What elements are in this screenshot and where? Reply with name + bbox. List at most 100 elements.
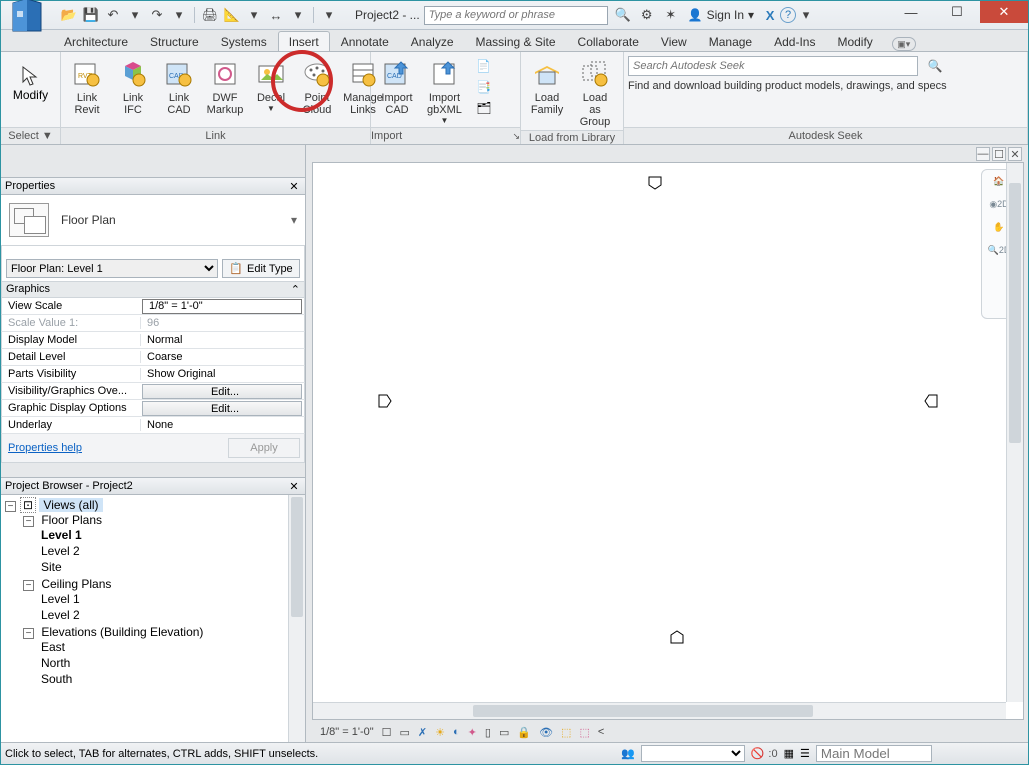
import-cad-button[interactable]: CADImport CAD [377,56,417,118]
panel-label-select[interactable]: Select ▼ [1,127,60,144]
tree-node[interactable]: − Floor PlansLevel 1Level 2Site [23,512,305,576]
tree-leaf[interactable]: Level 2 [41,607,305,623]
undo-icon[interactable]: ↶ [103,5,123,25]
open-icon[interactable]: 📂 [59,5,79,25]
import-gbxml-button[interactable]: Import gbXML▼ [423,56,466,127]
edit-type-button[interactable]: 📋Edit Type [222,259,300,278]
point-cloud-button[interactable]: Point Cloud [297,56,337,118]
close-button[interactable]: ✕ [980,1,1028,23]
tab-architecture[interactable]: Architecture [53,31,139,51]
seek-search-input[interactable] [628,56,918,76]
worksets-selector[interactable] [641,745,745,762]
dwf-markup-button[interactable]: DWF Markup [205,56,245,118]
maximize-button[interactable]: ☐ [934,1,980,23]
drawing-canvas[interactable]: 🏠 ◉2D ✋ 🔍2D [312,162,1024,720]
canvas-vscroll[interactable] [1006,163,1023,702]
tree-leaf[interactable]: Level 1 [41,527,305,543]
modify-tool-button[interactable]: Modify [7,56,54,102]
nav-home-icon[interactable]: 🏠 [993,176,1004,187]
browser-close-icon[interactable]: ✕ [287,480,301,493]
vtb-temp[interactable]: 👁 [537,724,555,740]
tree-root[interactable]: Views (all) [39,498,102,512]
tab-view[interactable]: View [650,31,698,51]
property-row[interactable]: Detail LevelCoarse [1,349,305,366]
sign-in-button[interactable]: 👤 Sign In ▾ [688,8,754,22]
link-ifc-button[interactable]: Link IFC [113,56,153,118]
vtb-detail[interactable]: ▭ [398,724,412,740]
design-options-icon[interactable]: ☰ [800,747,810,760]
seek-search-icon[interactable]: 🔍 [924,59,946,73]
infocenter-search-input[interactable] [424,6,608,25]
vtb-crop[interactable]: ▯ [483,724,493,740]
qat-dd1[interactable]: ▾ [125,5,145,25]
tree-collapse-icon[interactable]: − [5,501,16,512]
import-mini-3[interactable]: 🗂 [472,98,496,118]
property-row[interactable]: Display ModelNormal [1,332,305,349]
tree-leaf[interactable]: Level 2 [41,543,305,559]
sync-icon[interactable]: ↔ [266,5,286,25]
property-row[interactable]: UnderlayNone [1,417,305,434]
browser-panel-header[interactable]: Project Browser - Project2 ✕ [1,477,305,495]
tree-leaf[interactable]: South [41,671,305,687]
decal-button[interactable]: Decal▼ [251,56,291,115]
properties-close-icon[interactable]: ✕ [287,180,301,193]
elevation-marker-north[interactable] [647,175,663,191]
tab-collaborate[interactable]: Collaborate [567,31,650,51]
tab-modify[interactable]: Modify [826,31,883,51]
instance-selector[interactable]: Floor Plan: Level 1 [6,259,218,278]
vtb-style[interactable]: ✗ [416,724,429,740]
ribbon-collapse-button[interactable]: ▣▾ [892,37,916,51]
save-icon[interactable]: 💾 [81,5,101,25]
help-dd[interactable]: ▾ [796,5,816,25]
link-revit-button[interactable]: RVTLink Revit [67,56,107,118]
property-row[interactable]: View Scale1/8" = 1'-0" [1,298,305,315]
link-cad-button[interactable]: CADLink CAD [159,56,199,118]
canvas-hscroll[interactable] [313,702,1006,719]
import-mini-2[interactable]: 📑 [472,77,496,97]
tab-manage[interactable]: Manage [698,31,763,51]
exchange-icon[interactable]: X [760,5,780,25]
doc-close-icon[interactable]: ✕ [1008,147,1022,161]
property-row[interactable]: Graphic Display OptionsEdit... [1,400,305,417]
vtb-more[interactable]: < [596,724,606,740]
editable-only-icon[interactable]: 🚫 [751,747,765,760]
tab-massing-site[interactable]: Massing & Site [465,31,567,51]
property-row[interactable]: Scale Value 1:96 [1,315,305,332]
qat-dd4[interactable]: ▾ [288,5,308,25]
tree-leaf[interactable]: Site [41,559,305,575]
load-family-button[interactable]: Load Family [527,56,567,118]
filter-icon[interactable]: ▦ [784,747,794,760]
panel-label-import[interactable]: Import↘ [371,127,520,144]
nav-pan-icon[interactable]: ✋ [993,222,1004,233]
help-icon[interactable]: ? [780,7,796,23]
type-selector[interactable]: Floor Plan ▾ [1,195,305,246]
tab-systems[interactable]: Systems [210,31,278,51]
qat-dd2[interactable]: ▾ [169,5,189,25]
worksets-icon[interactable]: 👥 [621,747,635,760]
vtb-shadow[interactable]: ◐ [451,724,462,740]
apply-button[interactable]: Apply [228,438,300,458]
qat-dd3[interactable]: ▾ [244,5,264,25]
graphics-group-header[interactable]: Graphics⌃ [1,282,305,298]
vtb-render[interactable]: ✦ [466,724,479,740]
properties-help-link[interactable]: Properties help [8,442,82,454]
tab-structure[interactable]: Structure [139,31,210,51]
tree-leaf[interactable]: Level 1 [41,591,305,607]
app-icon[interactable] [7,0,49,37]
tab-annotate[interactable]: Annotate [330,31,400,51]
tab-add-ins[interactable]: Add-Ins [763,31,826,51]
tree-leaf[interactable]: North [41,655,305,671]
key-icon[interactable]: ✶ [660,5,682,25]
property-row[interactable]: Parts VisibilityShow Original [1,366,305,383]
binoculars-icon[interactable]: 🔍 [612,5,634,25]
vtb-lock[interactable]: 🔒 [515,724,533,740]
view-scale-status[interactable]: 1/8" = 1'-0" [318,724,376,740]
tab-analyze[interactable]: Analyze [400,31,465,51]
tree-node[interactable]: − Elevations (Building Elevation)EastNor… [23,624,305,688]
elevation-marker-east[interactable] [923,393,939,409]
tree-node[interactable]: − Ceiling PlansLevel 1Level 2 [23,576,305,624]
print-icon[interactable]: 🖨 [200,5,220,25]
vtb-crop2[interactable]: ▭ [497,724,511,740]
property-row[interactable]: Visibility/Graphics Ove...Edit... [1,383,305,400]
subscription-icon[interactable]: ⚙ [636,5,658,25]
